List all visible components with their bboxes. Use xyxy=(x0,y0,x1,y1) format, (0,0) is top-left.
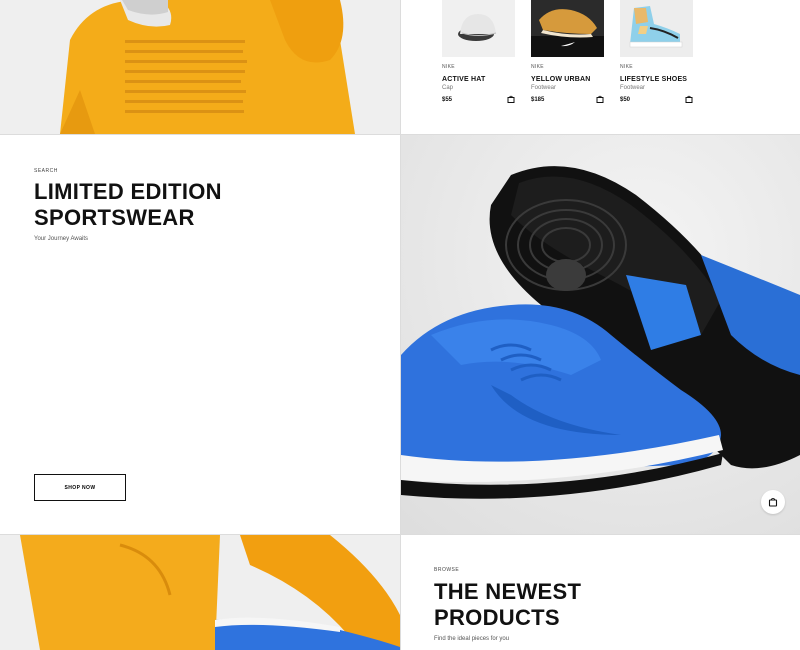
grid-divider-horizontal xyxy=(0,534,800,535)
shopping-bag-icon[interactable] xyxy=(685,95,693,103)
grid-divider-vertical xyxy=(400,0,401,650)
shopping-bag-icon[interactable] xyxy=(507,95,515,103)
product-category: Cap xyxy=(442,85,454,91)
hero-eyebrow: SEARCH xyxy=(34,168,58,174)
newest-headline-line1: THE NEWEST xyxy=(434,579,582,604)
newest-headline-line2: PRODUCTS xyxy=(434,605,560,630)
product-price: $55 xyxy=(442,97,453,103)
sneaker-box-image xyxy=(531,0,604,57)
hero-section: SEARCH LIMITED EDITION SPORTSWEAR Your J… xyxy=(0,135,400,534)
hero-headline-line1: LIMITED EDITION xyxy=(34,179,222,204)
grid-divider-horizontal xyxy=(0,134,800,135)
product-brand: NIKE xyxy=(442,64,455,70)
product-brand: NIKE xyxy=(531,64,544,70)
cap-image xyxy=(442,0,515,57)
high-top-sneaker-image xyxy=(620,0,693,57)
product-card[interactable]: NIKE ACTIVE HAT Cap $55 xyxy=(442,0,515,103)
hero-headline: LIMITED EDITION SPORTSWEAR xyxy=(34,179,334,231)
newest-eyebrow: BROWSE xyxy=(434,567,460,573)
product-card[interactable]: NIKE YELLOW URBAN Footwear $185 xyxy=(531,0,604,103)
model-yellow-pants-image xyxy=(0,535,400,650)
newest-products-section: BROWSE THE NEWEST PRODUCTS Find the idea… xyxy=(401,535,800,650)
product-brand: NIKE xyxy=(620,64,633,70)
product-category: Footwear xyxy=(531,85,557,91)
product-price: $185 xyxy=(531,97,545,103)
blue-sneakers-image xyxy=(401,135,800,534)
product-name[interactable]: ACTIVE HAT xyxy=(442,76,515,83)
newest-tagline: Find the ideal pieces for you xyxy=(434,636,510,642)
hero-headline-line2: SPORTSWEAR xyxy=(34,205,195,230)
shop-now-button[interactable]: SHOP NOW xyxy=(34,474,126,501)
newest-headline: THE NEWEST PRODUCTS xyxy=(434,579,734,631)
shopping-bag-icon[interactable] xyxy=(596,95,604,103)
product-category: Footwear xyxy=(620,85,646,91)
product-name[interactable]: YELLOW URBAN xyxy=(531,76,604,83)
product-price: $50 xyxy=(620,97,631,103)
product-name[interactable]: LIFESTYLE SHOES xyxy=(620,76,693,83)
add-to-bag-button[interactable] xyxy=(761,490,785,514)
product-strip: NIKE ACTIVE HAT Cap $55 NIKE YELLOW URBA… xyxy=(401,0,800,134)
shopping-bag-icon xyxy=(768,497,778,507)
hero-tagline: Your Journey Awaits xyxy=(34,236,89,242)
model-yellow-shirt-image xyxy=(0,0,400,134)
product-card[interactable]: NIKE LIFESTYLE SHOES Footwear $50 xyxy=(620,0,693,103)
